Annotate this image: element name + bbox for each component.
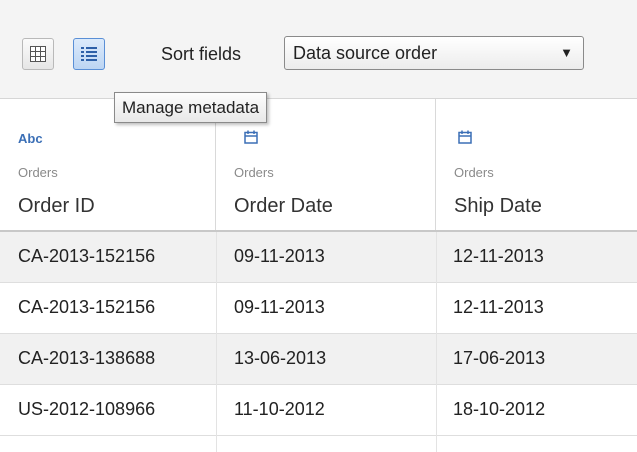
table-cell: 12-11-2013 bbox=[453, 246, 544, 266]
table-row[interactable]: CA-2013-152156 09-11-2013 12-11-2013 bbox=[0, 232, 637, 283]
column-header-ship-date[interactable]: Orders Ship Date bbox=[436, 99, 637, 230]
table-row[interactable]: CA-2013-152156 09-11-2013 12-11-2013 bbox=[0, 283, 637, 334]
sort-fields-dropdown[interactable]: Data source order ▼ bbox=[284, 36, 584, 70]
table-row[interactable]: CA-2013-138688 13-06-2013 17-06-2013 bbox=[0, 334, 637, 385]
table-cell: CA-2013-138688 bbox=[18, 348, 156, 368]
string-type-icon[interactable]: Abc bbox=[18, 131, 43, 146]
table-cell: 18-10-2012 bbox=[453, 399, 546, 419]
table-cell: 12-11-2013 bbox=[453, 297, 544, 317]
dropdown-arrow-icon: ▼ bbox=[560, 45, 573, 60]
table-cell: 13-06-2013 bbox=[234, 348, 327, 368]
column-source: Orders bbox=[454, 165, 494, 180]
grid-view-button[interactable] bbox=[22, 38, 54, 70]
column-name: Order Date bbox=[234, 195, 333, 217]
table-cell: 09-11-2013 bbox=[234, 297, 325, 317]
table-cell: US-2012-108966 bbox=[18, 399, 156, 419]
column-divider bbox=[216, 232, 217, 452]
sort-fields-label: Sort fields bbox=[161, 44, 242, 64]
manage-metadata-tooltip: Manage metadata bbox=[114, 92, 268, 123]
column-source: Orders bbox=[18, 165, 58, 180]
column-source: Orders bbox=[234, 165, 274, 180]
table-cell: 11-10-2012 bbox=[234, 399, 325, 419]
grid-view-icon bbox=[30, 46, 46, 62]
column-divider bbox=[436, 232, 437, 452]
calendar-icon[interactable] bbox=[458, 130, 472, 144]
sort-fields-value: Data source order bbox=[293, 43, 438, 63]
table-cell: CA-2013-152156 bbox=[18, 297, 156, 317]
table-cell: 09-11-2013 bbox=[234, 246, 325, 266]
table-cell: CA-2013-152156 bbox=[18, 246, 156, 266]
manage-metadata-button[interactable] bbox=[73, 38, 105, 70]
table-cell: 17-06-2013 bbox=[453, 348, 546, 368]
column-name: Order ID bbox=[18, 195, 95, 217]
table-row[interactable]: US-2012-108966 11-10-2012 18-10-2012 bbox=[0, 385, 637, 436]
column-name: Ship Date bbox=[454, 195, 542, 217]
toolbar: Sort fields Data source order ▼ bbox=[0, 0, 637, 99]
calendar-icon[interactable] bbox=[244, 130, 258, 144]
list-view-icon bbox=[81, 47, 97, 61]
